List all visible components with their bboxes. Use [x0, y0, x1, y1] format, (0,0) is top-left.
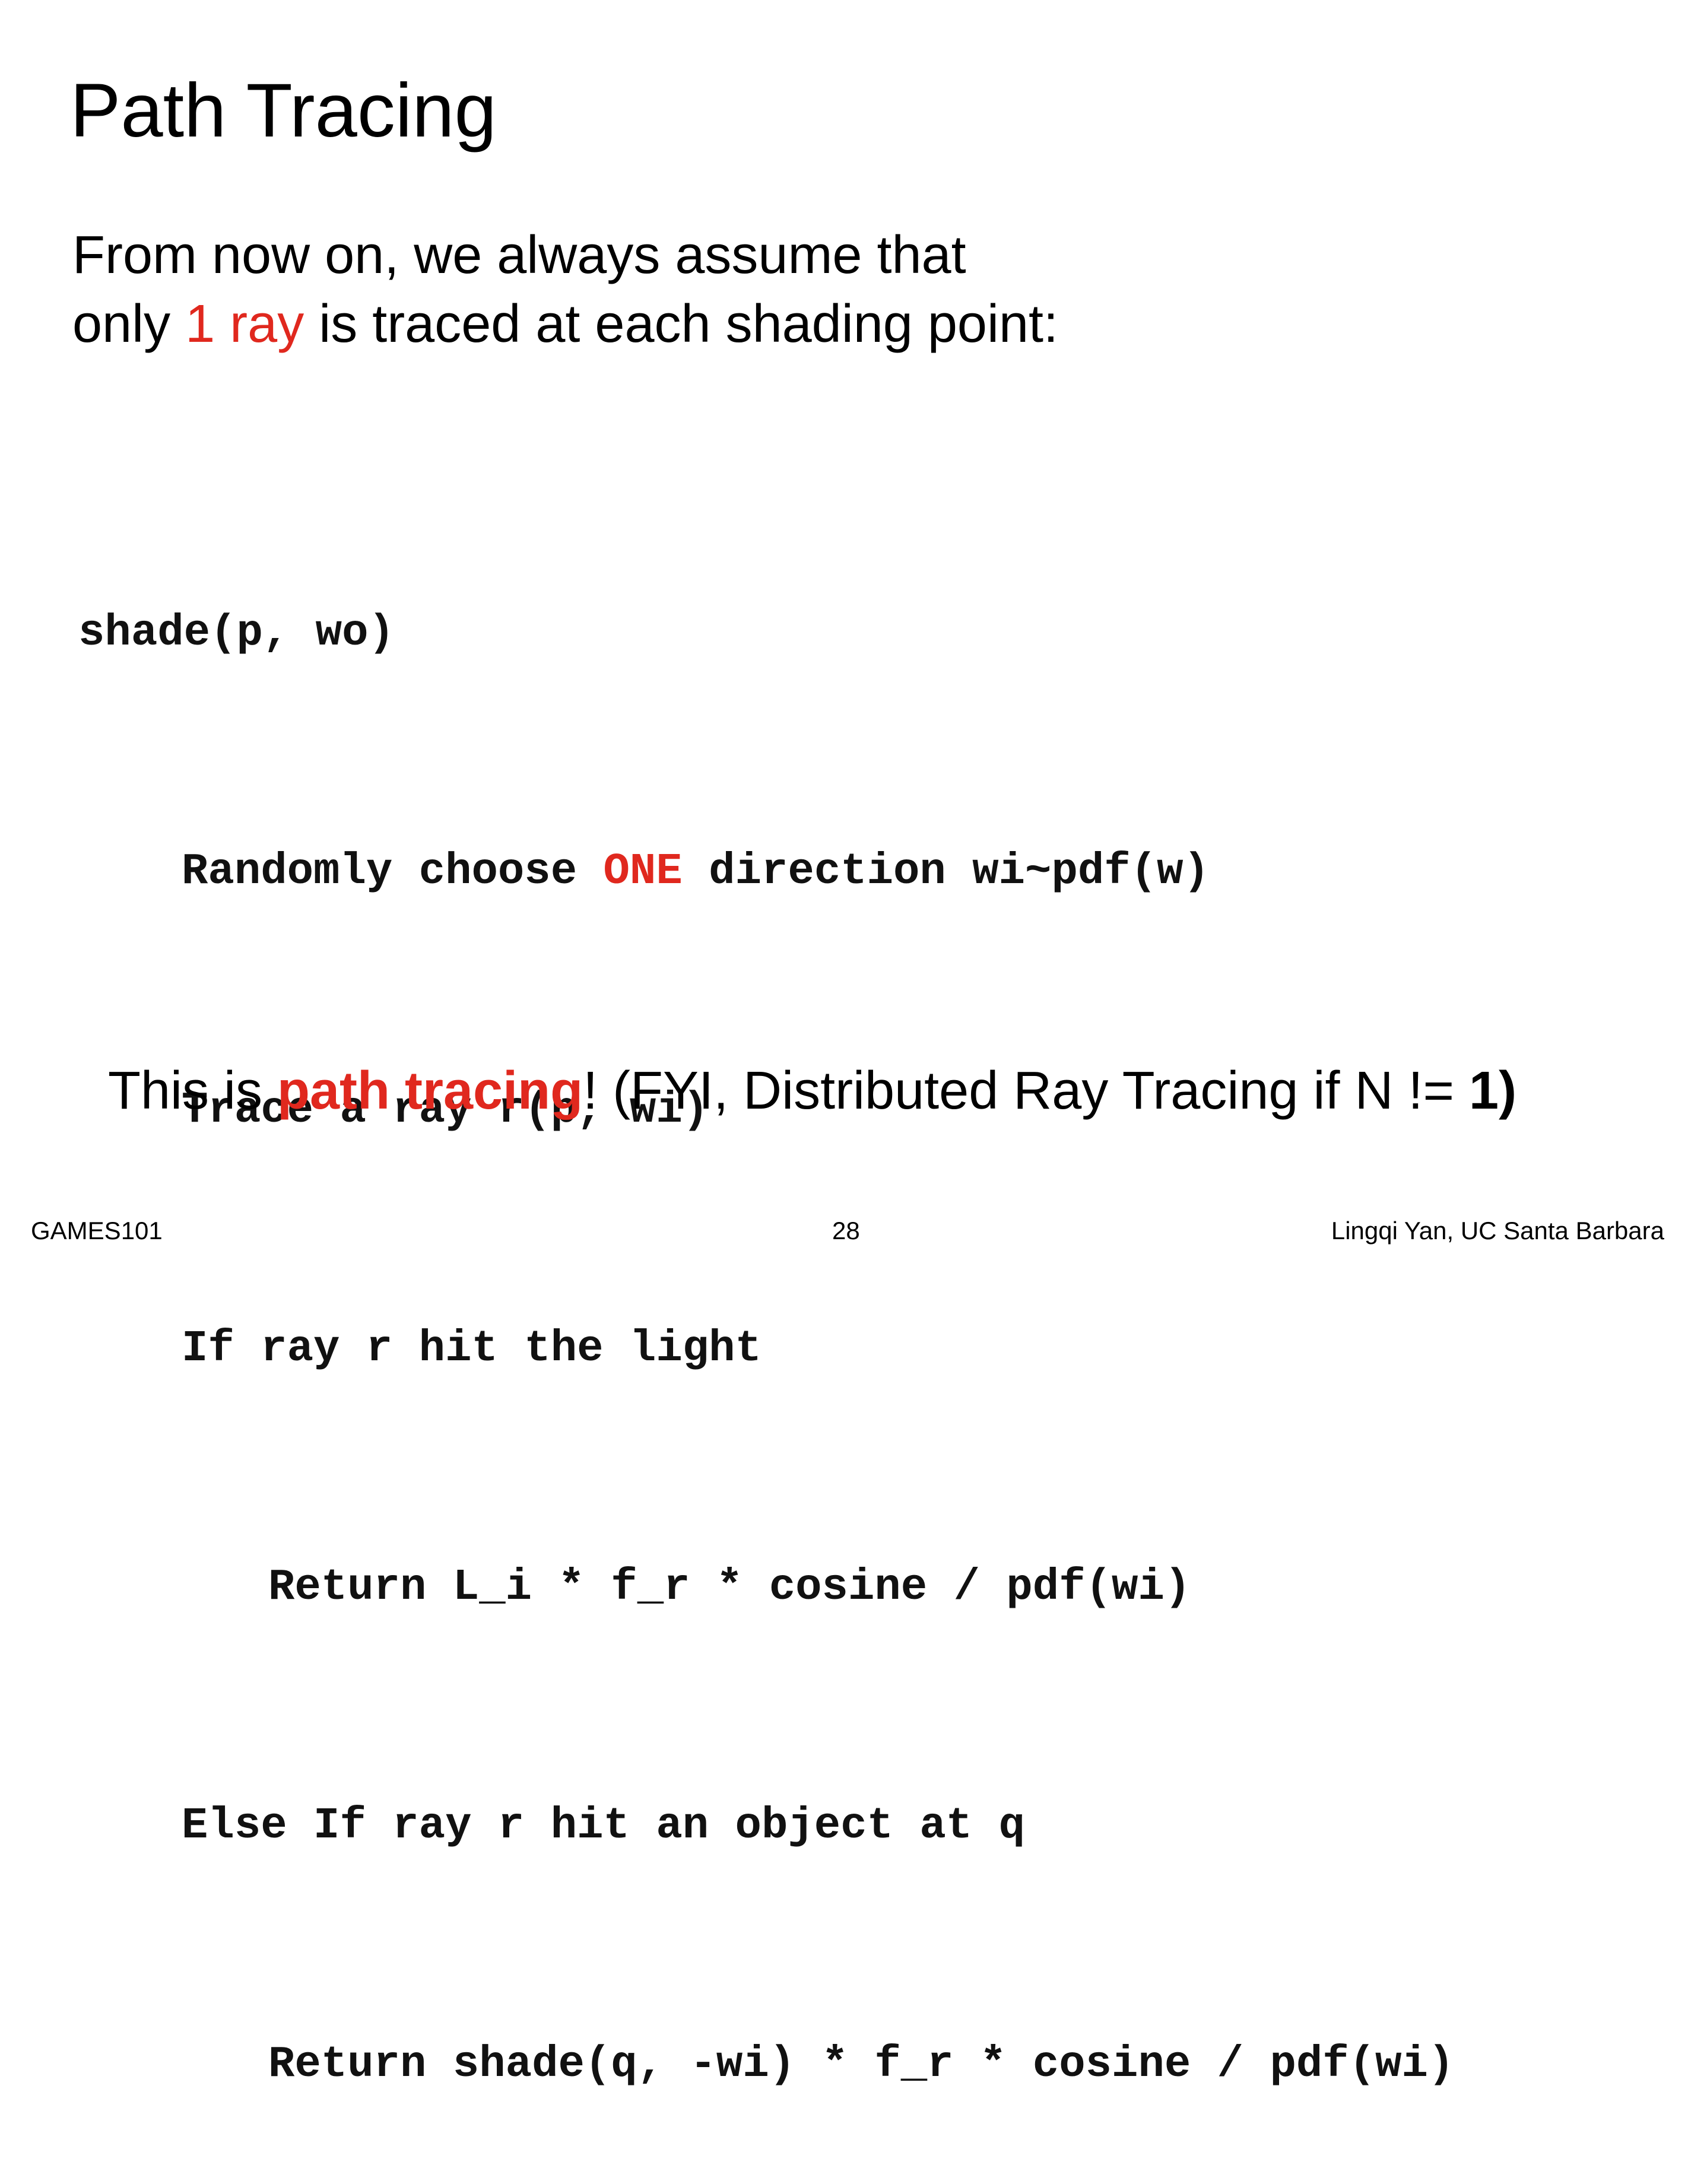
summary-highlight: path tracing: [277, 1061, 583, 1120]
code-line-5: Return L_i * f_r * cosine / pdf(wi): [268, 1563, 1191, 1612]
summary-bold: 1): [1469, 1061, 1517, 1120]
code-line-2-pre: Randomly choose: [182, 847, 604, 897]
intro-line-2-post: is traced at each shading point:: [304, 294, 1059, 354]
code-line-7: Return shade(q, -wi) * f_r * cosine / pd…: [268, 2040, 1455, 2090]
summary-text: This is path tracing! (FYI, Distributed …: [108, 1055, 1516, 1126]
code-highlight-one: ONE: [603, 847, 683, 897]
code-line-2: Randomly choose ONE direction wi~pdf(w): [78, 832, 1454, 912]
code-line-2-post: direction wi~pdf(w): [682, 847, 1210, 897]
code-line-6: Else If ray r hit an object at q: [182, 1801, 1026, 1851]
intro-line-2-pre: only: [72, 294, 186, 354]
pseudocode-block: shade(p, wo) Randomly choose ONE directi…: [78, 434, 1454, 2184]
footer-author: Lingqi Yan, UC Santa Barbara: [1331, 1217, 1664, 1245]
intro-line-2: only 1 ray is traced at each shading poi…: [72, 290, 1058, 358]
summary-mid: ! (FYI, Distributed Ray Tracing if N !=: [583, 1061, 1470, 1120]
slide-title: Path Tracing: [70, 68, 497, 153]
intro-highlight: 1 ray: [185, 294, 304, 354]
footer-page-number: 28: [832, 1217, 860, 1245]
code-line-4: If ray r hit the light: [182, 1324, 761, 1374]
intro-text: From now on, we always assume that only …: [72, 221, 1058, 358]
footer-course: GAMES101: [31, 1217, 163, 1245]
code-line-1: shade(p, wo): [78, 608, 395, 658]
summary-pre: This is: [108, 1061, 278, 1120]
intro-line-1: From now on, we always assume that: [72, 226, 966, 285]
